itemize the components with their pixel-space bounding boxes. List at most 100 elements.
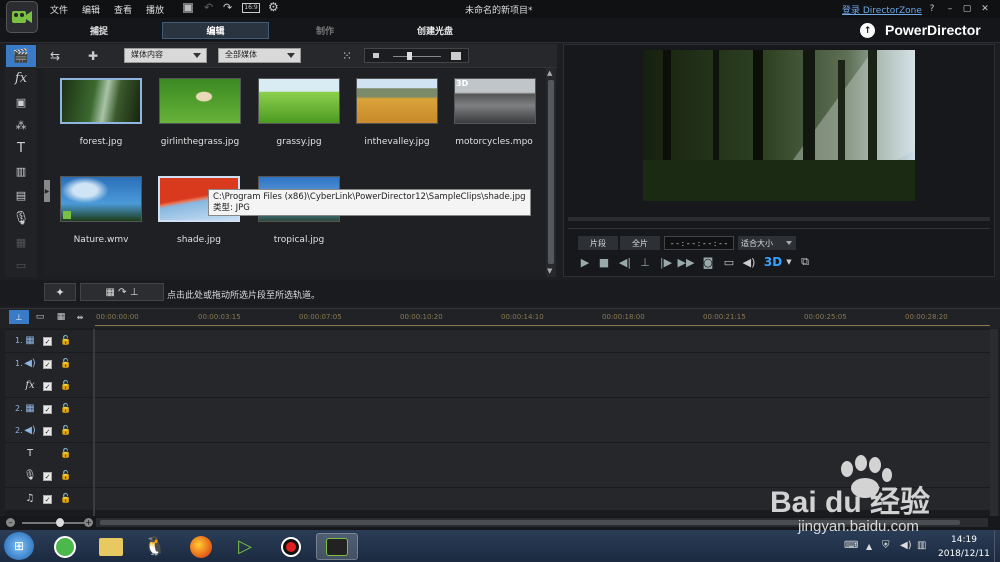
track-lane[interactable] bbox=[95, 330, 990, 352]
menu-view[interactable]: 查看 bbox=[114, 3, 132, 16]
play-icon[interactable]: ▶ bbox=[578, 255, 592, 269]
preview-seek-bar[interactable] bbox=[568, 217, 990, 221]
media-room-icon[interactable]: 🎬 bbox=[6, 45, 36, 67]
plugins-puzzle-icon[interactable]: ✚ bbox=[84, 47, 102, 64]
track-enable-checkbox[interactable]: ✓ bbox=[43, 360, 52, 369]
import-media-icon[interactable]: ⇆ bbox=[46, 47, 64, 64]
fit-timeline-icon[interactable]: ⇹ bbox=[72, 310, 88, 324]
media-thumbnail-motorcycles[interactable]: 3D bbox=[454, 78, 536, 124]
snapshot-camera-icon[interactable]: ◙ bbox=[701, 255, 715, 269]
track-lane[interactable] bbox=[95, 420, 990, 442]
media-content-dropdown[interactable]: 媒体内容 bbox=[124, 48, 207, 63]
menu-play[interactable]: 播放 bbox=[146, 3, 164, 16]
taskbar-firefox-icon[interactable] bbox=[180, 533, 222, 560]
track-lock-icon[interactable]: 🔓 bbox=[60, 469, 72, 483]
media-thumbnail-forest[interactable] bbox=[60, 78, 142, 124]
track-enable-checkbox[interactable]: ✓ bbox=[43, 337, 52, 346]
zoom-in-icon[interactable]: + bbox=[84, 518, 93, 527]
track-lane[interactable] bbox=[95, 353, 990, 375]
taskbar-recorder-icon[interactable] bbox=[270, 533, 312, 560]
transition-room-icon[interactable]: ▥ bbox=[10, 161, 32, 181]
undo-icon[interactable]: ↶ bbox=[204, 1, 213, 14]
track-lock-icon[interactable]: 🔓 bbox=[60, 424, 72, 438]
scroll-thumb[interactable] bbox=[548, 80, 554, 264]
show-desktop-button[interactable] bbox=[994, 530, 1000, 562]
taskbar-powerdirector-icon[interactable] bbox=[316, 533, 358, 560]
insert-to-track-button[interactable]: ▦ ↷ ⊥ bbox=[80, 283, 164, 301]
chapter-room-icon[interactable]: ▦ bbox=[10, 232, 32, 252]
tab-create-disc[interactable]: 创建光盘 bbox=[395, 22, 475, 39]
minimize-button[interactable]: – bbox=[944, 3, 956, 15]
track-enable-checkbox[interactable]: ✓ bbox=[43, 382, 52, 391]
track-header[interactable]: 🎙 ✓ 🔓 bbox=[5, 465, 93, 487]
media-thumbnail-inthevalley[interactable] bbox=[356, 78, 438, 124]
timeline-vertical-scrollbar[interactable] bbox=[990, 329, 998, 516]
grid-view-icon[interactable]: ⁙ bbox=[338, 47, 356, 64]
track-lock-icon[interactable]: 🔓 bbox=[60, 492, 72, 506]
panel-expand-handle[interactable]: ▶ bbox=[44, 180, 50, 202]
menu-file[interactable]: 文件 bbox=[50, 3, 68, 16]
zoom-out-icon[interactable]: – bbox=[6, 518, 15, 527]
track-lock-icon[interactable]: 🔓 bbox=[60, 402, 72, 416]
title-room-icon[interactable]: T bbox=[10, 138, 32, 158]
taskbar-qq-icon[interactable]: 🐧 bbox=[134, 533, 176, 560]
maximize-button[interactable]: ▢ bbox=[961, 3, 973, 15]
save-icon[interactable] bbox=[183, 3, 193, 13]
track-enable-checkbox[interactable]: ✓ bbox=[43, 405, 52, 414]
close-button[interactable]: ✕ bbox=[979, 3, 991, 15]
audio-mix-room-icon[interactable]: ▤ bbox=[10, 185, 32, 205]
track-lock-icon[interactable]: 🔓 bbox=[60, 334, 72, 348]
windows-start-icon[interactable]: ⊞ bbox=[4, 532, 34, 560]
magic-tools-icon[interactable]: ✦ bbox=[44, 283, 76, 301]
track-header[interactable]: fx ✓ 🔓 bbox=[5, 375, 93, 397]
track-enable-checkbox[interactable]: ✓ bbox=[43, 495, 52, 504]
menu-edit[interactable]: 编辑 bbox=[82, 3, 100, 16]
timecode-display[interactable]: - - : - - : - - : - - bbox=[664, 236, 734, 250]
track-lock-icon[interactable]: 🔓 bbox=[60, 379, 72, 393]
fit-size-dropdown[interactable]: 适合大小 bbox=[738, 236, 796, 250]
next-frame-icon[interactable]: |▶ bbox=[659, 255, 673, 269]
track-lock-icon[interactable]: 🔓 bbox=[60, 357, 72, 371]
track-header[interactable]: ♫ ✓ 🔓 bbox=[5, 488, 93, 510]
chevron-down-icon[interactable]: ▼ bbox=[782, 255, 796, 269]
fx-room-icon[interactable]: fx bbox=[10, 68, 32, 88]
track-header[interactable]: T 🔓 bbox=[5, 443, 93, 465]
media-thumbnail-nature[interactable] bbox=[60, 176, 142, 222]
track-enable-checkbox[interactable]: ✓ bbox=[43, 427, 52, 436]
timeline-splitter[interactable] bbox=[93, 329, 95, 516]
display-mode-icon[interactable]: ▭ bbox=[722, 255, 736, 269]
zoom-slider-thumb[interactable] bbox=[56, 518, 64, 527]
track-header[interactable]: 2. ▦ ✓ 🔓 bbox=[5, 398, 93, 420]
taskbar-browser-360-icon[interactable] bbox=[44, 533, 86, 560]
scroll-up-arrow-icon[interactable]: ▲ bbox=[547, 69, 552, 77]
storyboard-view-icon[interactable]: ▭ bbox=[31, 310, 49, 324]
track-lane[interactable] bbox=[95, 375, 990, 397]
tab-capture[interactable]: 捕捉 bbox=[60, 22, 138, 39]
zoom-slider-track[interactable] bbox=[22, 522, 84, 524]
thumbnail-size-slider[interactable] bbox=[364, 48, 469, 63]
library-scrollbar[interactable]: ▲ ▼ bbox=[546, 68, 556, 277]
track-header[interactable]: 1. ◀) ✓ 🔓 bbox=[5, 353, 93, 375]
track-lock-icon[interactable]: 🔓 bbox=[60, 447, 72, 461]
pip-room-icon[interactable]: ▣ bbox=[10, 92, 32, 112]
clip-mode-button[interactable]: 片段 bbox=[578, 236, 618, 250]
subtitle-room-icon[interactable]: ▭ bbox=[10, 255, 32, 275]
tab-edit[interactable]: 编辑 bbox=[162, 22, 269, 39]
taskbar-media-app-icon[interactable]: ▷ bbox=[224, 533, 266, 560]
media-thumbnail-grassy[interactable] bbox=[258, 78, 340, 124]
settings-gear-icon[interactable]: ⚙ bbox=[268, 0, 279, 14]
undock-preview-icon[interactable]: ⧉ bbox=[798, 255, 812, 269]
volume-icon[interactable]: ◀) bbox=[742, 255, 756, 269]
timeline-view-icon[interactable]: ⊥ bbox=[9, 310, 29, 324]
voiceover-room-icon[interactable]: 🎙 bbox=[10, 208, 32, 228]
stop-icon[interactable]: ■ bbox=[597, 255, 611, 269]
tray-date[interactable]: 2018/12/11 bbox=[938, 549, 990, 559]
movie-mode-button[interactable]: 全片 bbox=[620, 236, 660, 250]
tab-produce[interactable]: 制作 bbox=[290, 22, 360, 39]
particle-room-icon[interactable]: ⁂ bbox=[10, 115, 32, 135]
fast-forward-icon[interactable]: ▶▶ bbox=[678, 255, 695, 269]
slider-thumb[interactable] bbox=[407, 52, 412, 60]
track-manager-icon[interactable]: ▦ bbox=[52, 310, 70, 324]
track-enable-checkbox[interactable]: ✓ bbox=[43, 472, 52, 481]
resolution-icon[interactable]: 16:9 bbox=[242, 3, 260, 13]
